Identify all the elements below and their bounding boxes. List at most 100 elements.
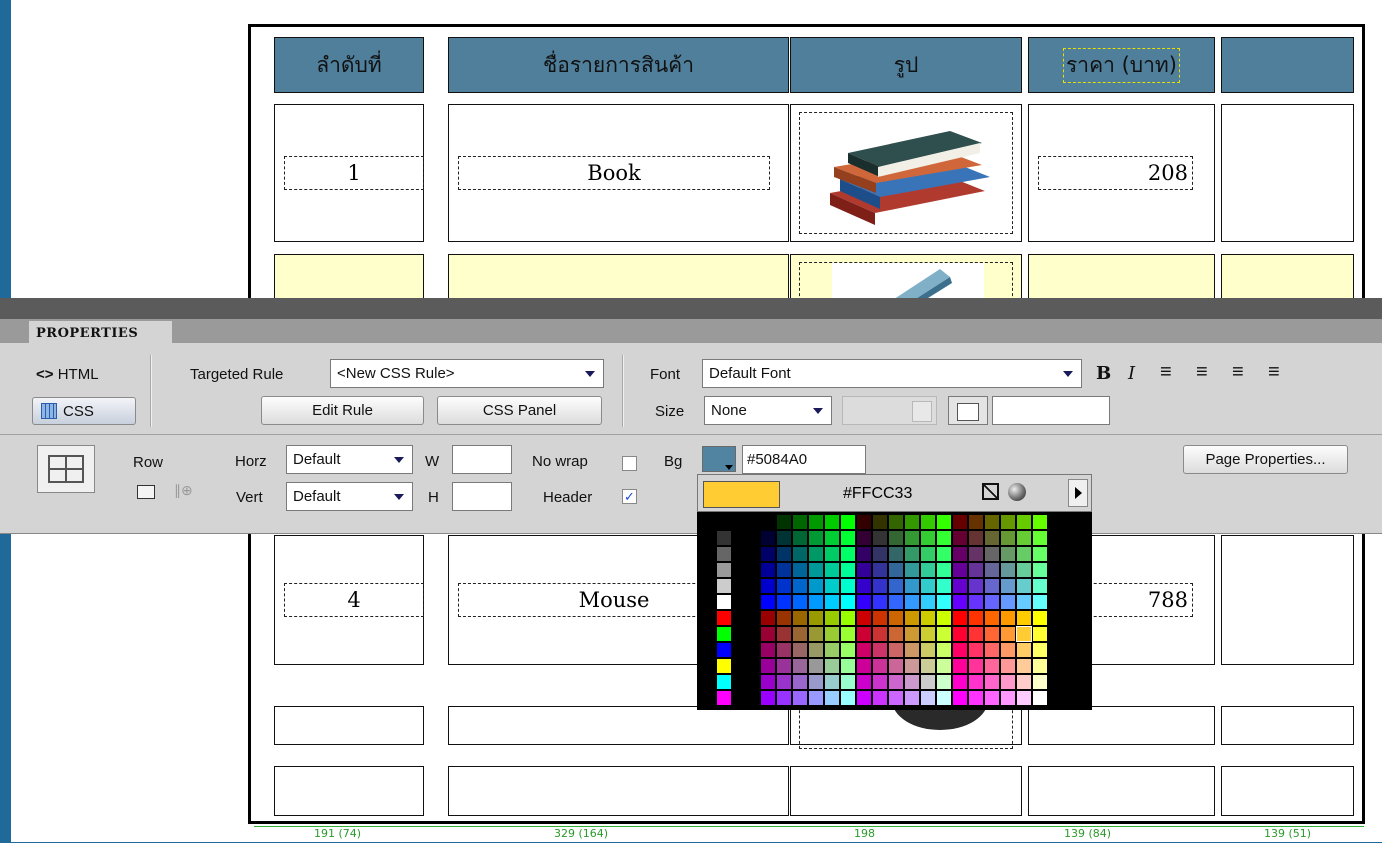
color-swatch[interactable] bbox=[952, 674, 968, 690]
color-swatch[interactable] bbox=[1032, 546, 1048, 562]
color-swatch[interactable] bbox=[824, 626, 840, 642]
color-swatch[interactable] bbox=[936, 530, 952, 546]
color-swatch[interactable] bbox=[824, 690, 840, 706]
color-swatch[interactable] bbox=[792, 562, 808, 578]
color-swatch[interactable] bbox=[936, 674, 952, 690]
color-swatch[interactable] bbox=[776, 690, 792, 706]
color-swatch[interactable] bbox=[1016, 530, 1032, 546]
table-cell[interactable] bbox=[1028, 706, 1215, 745]
color-swatch[interactable] bbox=[808, 690, 824, 706]
color-swatch[interactable] bbox=[1016, 690, 1032, 706]
color-swatch[interactable] bbox=[872, 546, 888, 562]
properties-tab[interactable]: PROPERTIES bbox=[29, 321, 172, 346]
color-swatch[interactable] bbox=[920, 562, 936, 578]
table-cell[interactable] bbox=[1221, 706, 1354, 745]
color-swatch[interactable] bbox=[984, 690, 1000, 706]
color-swatch[interactable] bbox=[856, 594, 872, 610]
color-swatch[interactable] bbox=[1000, 530, 1016, 546]
color-swatch[interactable] bbox=[808, 514, 824, 530]
color-swatch[interactable] bbox=[1000, 594, 1016, 610]
color-swatch[interactable] bbox=[1032, 594, 1048, 610]
color-swatch[interactable] bbox=[984, 562, 1000, 578]
color-swatch[interactable] bbox=[888, 530, 904, 546]
color-swatch[interactable] bbox=[1032, 658, 1048, 674]
color-swatch[interactable] bbox=[920, 610, 936, 626]
color-swatch[interactable] bbox=[1000, 610, 1016, 626]
color-swatch[interactable] bbox=[872, 658, 888, 674]
targeted-rule-select[interactable]: <New CSS Rule> bbox=[330, 359, 604, 388]
color-swatch[interactable] bbox=[968, 546, 984, 562]
split-cells-icon[interactable]: ∥⊕ bbox=[174, 482, 193, 499]
color-swatch[interactable] bbox=[872, 642, 888, 658]
page-properties-button[interactable]: Page Properties... bbox=[1183, 445, 1348, 474]
color-swatch[interactable] bbox=[920, 642, 936, 658]
align-right-icon[interactable]: ≡ bbox=[1232, 361, 1244, 384]
color-swatch[interactable] bbox=[808, 658, 824, 674]
color-swatch[interactable] bbox=[824, 578, 840, 594]
horz-select[interactable]: Default bbox=[286, 445, 413, 474]
color-swatch[interactable] bbox=[968, 514, 984, 530]
color-swatch[interactable] bbox=[1000, 658, 1016, 674]
css-panel-button[interactable]: CSS Panel bbox=[437, 396, 602, 425]
color-swatch[interactable] bbox=[920, 658, 936, 674]
color-swatch[interactable] bbox=[808, 578, 824, 594]
color-swatch[interactable] bbox=[760, 562, 776, 578]
color-swatch[interactable] bbox=[760, 690, 776, 706]
color-swatch[interactable] bbox=[824, 658, 840, 674]
color-swatch[interactable] bbox=[952, 530, 968, 546]
color-swatch[interactable] bbox=[700, 610, 716, 626]
color-swatch[interactable] bbox=[920, 626, 936, 642]
color-swatch[interactable] bbox=[936, 514, 952, 530]
text-color-button[interactable] bbox=[948, 396, 988, 425]
color-swatch[interactable] bbox=[968, 594, 984, 610]
text-color-field[interactable] bbox=[992, 396, 1110, 425]
color-swatch[interactable] bbox=[952, 578, 968, 594]
color-swatch[interactable] bbox=[760, 578, 776, 594]
color-swatch[interactable] bbox=[1032, 642, 1048, 658]
color-swatch[interactable] bbox=[840, 578, 856, 594]
color-swatch[interactable] bbox=[904, 594, 920, 610]
color-swatch[interactable] bbox=[840, 610, 856, 626]
color-swatch[interactable] bbox=[1000, 674, 1016, 690]
selected-color-swatch[interactable] bbox=[1016, 626, 1032, 642]
color-swatch[interactable] bbox=[952, 594, 968, 610]
color-swatch[interactable] bbox=[716, 674, 732, 690]
color-swatch[interactable] bbox=[984, 610, 1000, 626]
width-field[interactable] bbox=[452, 445, 512, 474]
color-swatch[interactable] bbox=[776, 642, 792, 658]
color-swatch[interactable] bbox=[872, 626, 888, 642]
color-swatch[interactable] bbox=[968, 626, 984, 642]
color-swatch[interactable] bbox=[776, 674, 792, 690]
color-swatch[interactable] bbox=[856, 514, 872, 530]
system-color-picker-icon[interactable] bbox=[1008, 483, 1026, 501]
color-swatch[interactable] bbox=[792, 546, 808, 562]
color-swatch[interactable] bbox=[856, 562, 872, 578]
table-cell[interactable] bbox=[274, 706, 424, 745]
picker-menu-button[interactable] bbox=[1068, 479, 1088, 507]
color-swatch[interactable] bbox=[1032, 674, 1048, 690]
color-swatch[interactable] bbox=[700, 530, 716, 546]
color-swatch[interactable] bbox=[776, 610, 792, 626]
color-swatch[interactable] bbox=[792, 530, 808, 546]
color-swatch[interactable] bbox=[760, 594, 776, 610]
color-swatch[interactable] bbox=[808, 642, 824, 658]
color-swatch[interactable] bbox=[824, 674, 840, 690]
color-swatch[interactable] bbox=[936, 690, 952, 706]
color-swatch[interactable] bbox=[968, 530, 984, 546]
color-swatch[interactable] bbox=[808, 674, 824, 690]
color-swatch[interactable] bbox=[808, 546, 824, 562]
color-swatch[interactable] bbox=[792, 626, 808, 642]
table-cell[interactable] bbox=[1221, 766, 1354, 816]
font-select[interactable]: Default Font bbox=[702, 359, 1082, 388]
color-swatch[interactable] bbox=[760, 610, 776, 626]
cell-number[interactable]: 1 bbox=[284, 156, 424, 190]
color-swatch[interactable] bbox=[856, 530, 872, 546]
color-swatch[interactable] bbox=[888, 610, 904, 626]
color-swatch[interactable] bbox=[904, 562, 920, 578]
color-swatch[interactable] bbox=[1000, 546, 1016, 562]
color-swatch[interactable] bbox=[888, 578, 904, 594]
color-swatch[interactable] bbox=[700, 594, 716, 610]
color-swatch[interactable] bbox=[760, 658, 776, 674]
color-swatch[interactable] bbox=[920, 690, 936, 706]
color-swatch[interactable] bbox=[888, 658, 904, 674]
